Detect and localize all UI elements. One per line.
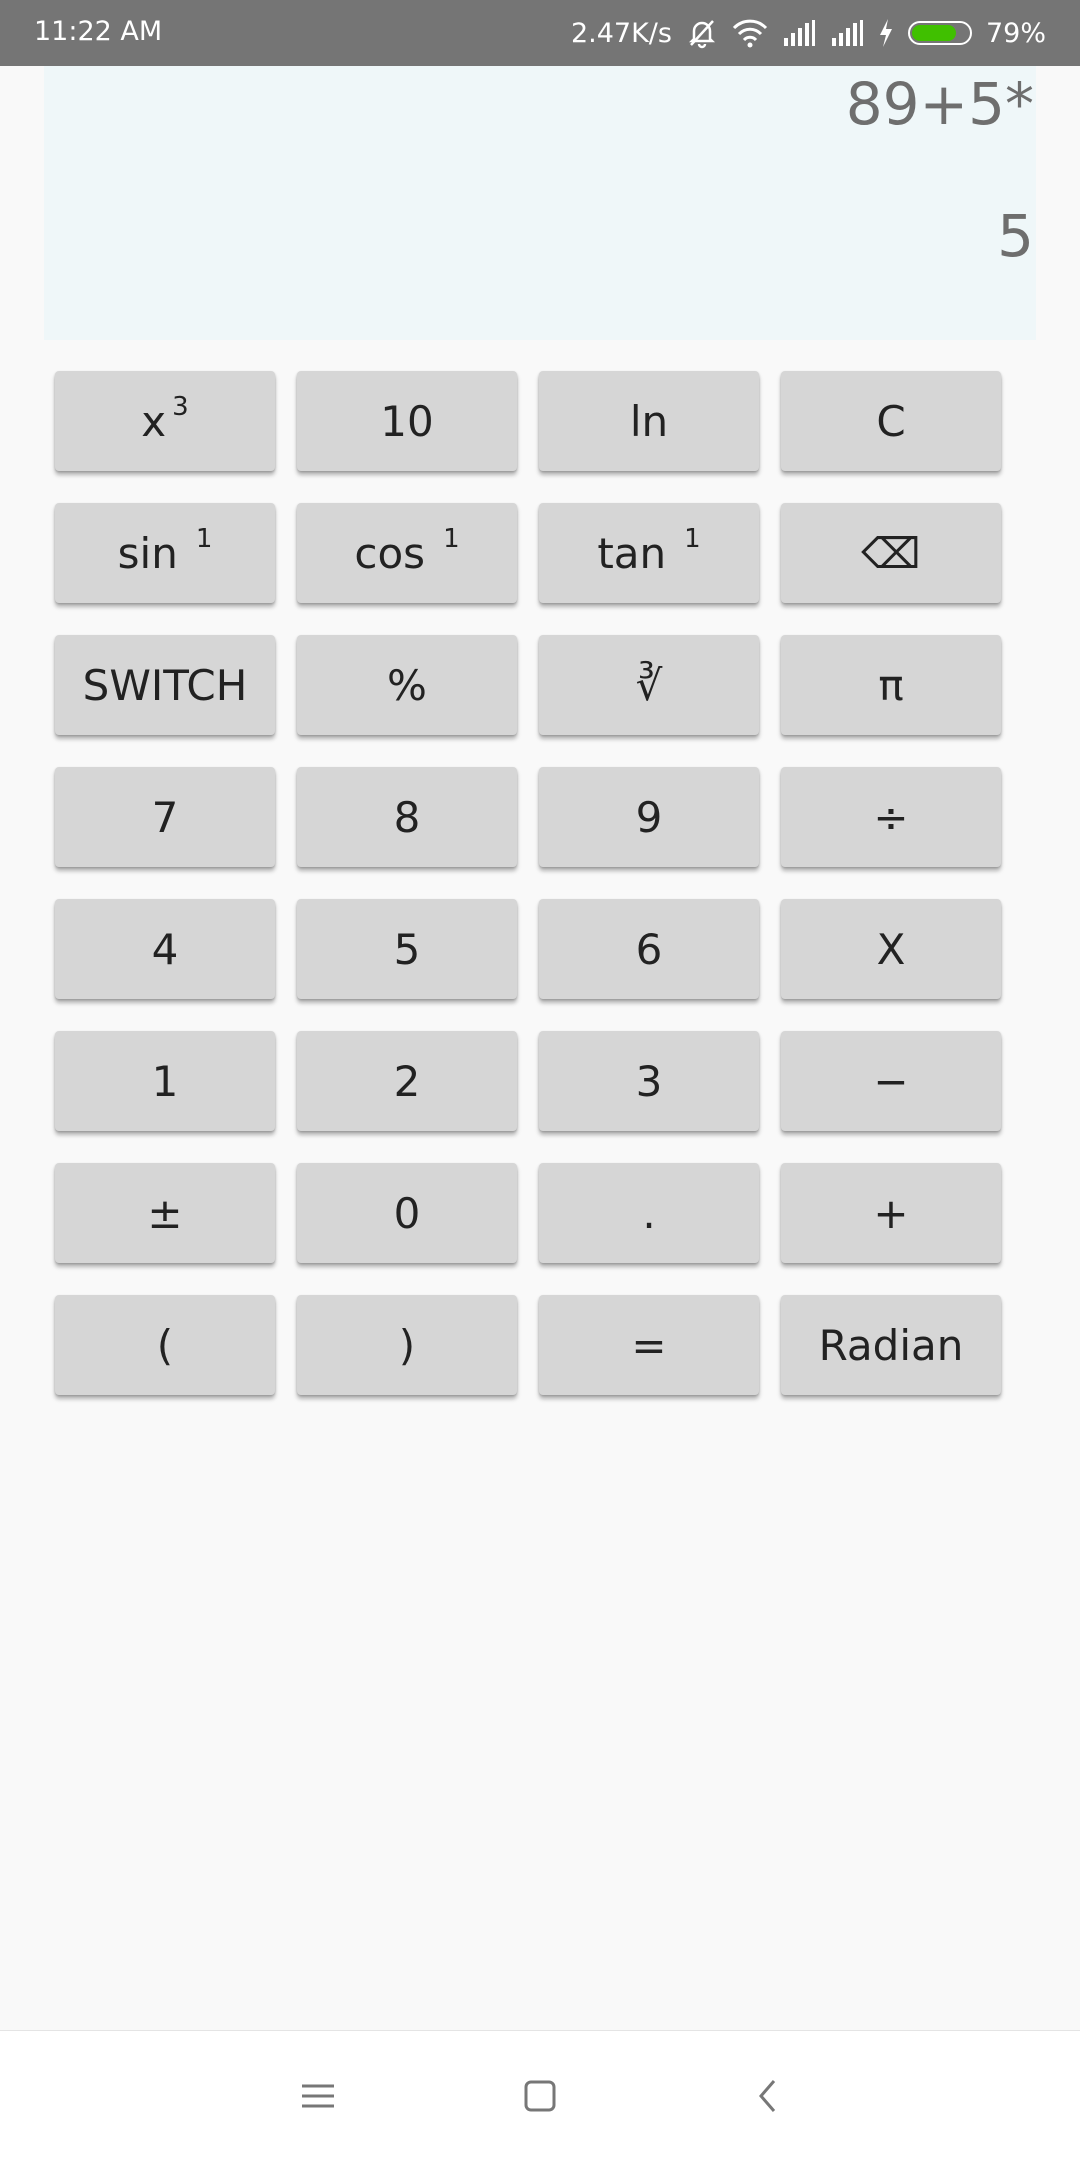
minus-button[interactable]: − — [781, 1031, 1001, 1131]
navigation-bar — [0, 2030, 1080, 2160]
digit-8-label: 8 — [393, 792, 421, 842]
digit-5-label: 5 — [393, 924, 421, 974]
equals-button-label: = — [631, 1320, 667, 1370]
keypad: x3 10 ln C sin 1 cos 1 tan 1 ⌫ SWITCH % ∛ π… — [55, 371, 1001, 1395]
status-bar: 11:22 AM 2.47K/s 79% — [0, 0, 1080, 66]
ln-button-label: ln — [629, 396, 669, 446]
cube-button[interactable]: x3 — [55, 371, 275, 471]
pi-button[interactable]: π — [781, 635, 1001, 735]
plus-button[interactable]: + — [781, 1163, 1001, 1263]
ten-button-label: 10 — [380, 396, 434, 446]
digit-3-button[interactable]: 3 — [539, 1031, 759, 1131]
back-icon[interactable] — [738, 2066, 798, 2126]
digit-4-button[interactable]: 4 — [55, 899, 275, 999]
net-speed: 2.47K/s — [570, 17, 672, 49]
arccos-button-exponent: 1 — [443, 524, 460, 554]
arctan-button[interactable]: tan 1 — [539, 503, 759, 603]
plus-button-label: + — [873, 1188, 909, 1238]
arcsin-button[interactable]: sin 1 — [55, 503, 275, 603]
expression-text: 89+5* — [845, 70, 1034, 138]
result-text: 5 — [997, 202, 1034, 270]
mute-bell-icon — [686, 17, 718, 49]
switch-button[interactable]: SWITCH — [55, 635, 275, 735]
left-paren-button[interactable]: ( — [55, 1295, 275, 1395]
charging-icon — [878, 19, 894, 47]
percent-button[interactable]: % — [297, 635, 517, 735]
digit-0-button[interactable]: 0 — [297, 1163, 517, 1263]
home-icon[interactable] — [510, 2066, 570, 2126]
percent-button-label: % — [387, 660, 427, 710]
arcsin-button-base: sin — [117, 528, 178, 578]
pi-button-label: π — [878, 660, 904, 710]
digit-8-button[interactable]: 8 — [297, 767, 517, 867]
digit-1-button[interactable]: 1 — [55, 1031, 275, 1131]
clear-button-label: C — [876, 396, 906, 446]
equals-button[interactable]: = — [539, 1295, 759, 1395]
wifi-icon — [732, 18, 768, 48]
digit-2-button[interactable]: 2 — [297, 1031, 517, 1131]
right-paren-label: ) — [398, 1320, 416, 1370]
arcsin-button-exponent: 1 — [195, 524, 213, 554]
digit-3-label: 3 — [635, 1056, 663, 1106]
arctan-button-base: tan — [597, 528, 667, 578]
digit-0-label: 0 — [393, 1188, 421, 1238]
status-indicators: 2.47K/s 79% — [571, 0, 1046, 66]
cube-root-button-label: ∛ — [635, 660, 663, 710]
digit-9-button[interactable]: 9 — [539, 767, 759, 867]
arccos-button[interactable]: cos 1 — [297, 503, 517, 603]
right-paren-button[interactable]: ) — [297, 1295, 517, 1395]
multiply-button-label: X — [876, 924, 906, 974]
signal-icon — [782, 20, 816, 46]
backspace-button[interactable]: ⌫ — [781, 503, 1001, 603]
cube-button-exponent: 3 — [172, 392, 189, 422]
digit-7-button[interactable]: 7 — [55, 767, 275, 867]
plus-minus-button[interactable]: ± — [55, 1163, 275, 1263]
menu-icon[interactable] — [288, 2066, 348, 2126]
signal-icon — [830, 20, 864, 46]
digit-5-button[interactable]: 5 — [297, 899, 517, 999]
battery-icon — [907, 21, 972, 45]
status-time: 11:22 AM — [34, 16, 163, 47]
left-paren-label: ( — [156, 1320, 174, 1370]
ln-button[interactable]: ln — [539, 371, 759, 471]
cube-button-base: x — [141, 396, 167, 446]
digit-6-button[interactable]: 6 — [539, 899, 759, 999]
multiply-button[interactable]: X — [781, 899, 1001, 999]
arctan-button-exponent: 1 — [684, 524, 701, 554]
digit-9-label: 9 — [635, 792, 663, 842]
battery-level — [911, 25, 957, 41]
minus-button-label: − — [873, 1056, 909, 1106]
digit-4-label: 4 — [151, 924, 179, 974]
radian-button-label: Radian — [818, 1320, 964, 1370]
arccos-button-base: cos — [354, 528, 426, 578]
calculator-display: 89+5* 5 — [44, 66, 1036, 340]
divide-button[interactable]: ÷ — [781, 767, 1001, 867]
ten-button[interactable]: 10 — [297, 371, 517, 471]
battery-percentage: 79% — [985, 17, 1046, 49]
digit-6-label: 6 — [635, 924, 663, 974]
decimal-point-button[interactable]: . — [539, 1163, 759, 1263]
radian-button[interactable]: Radian — [781, 1295, 1001, 1395]
digit-7-label: 7 — [151, 792, 179, 842]
switch-button-label: SWITCH — [82, 660, 248, 710]
backspace-icon: ⌫ — [861, 528, 921, 578]
clear-button[interactable]: C — [781, 371, 1001, 471]
digit-2-label: 2 — [393, 1056, 421, 1106]
plus-minus-button-label: ± — [147, 1188, 183, 1238]
digit-1-label: 1 — [151, 1056, 179, 1106]
cube-root-button[interactable]: ∛ — [539, 635, 759, 735]
decimal-point-label: . — [642, 1188, 656, 1238]
divide-button-label: ÷ — [873, 792, 909, 842]
